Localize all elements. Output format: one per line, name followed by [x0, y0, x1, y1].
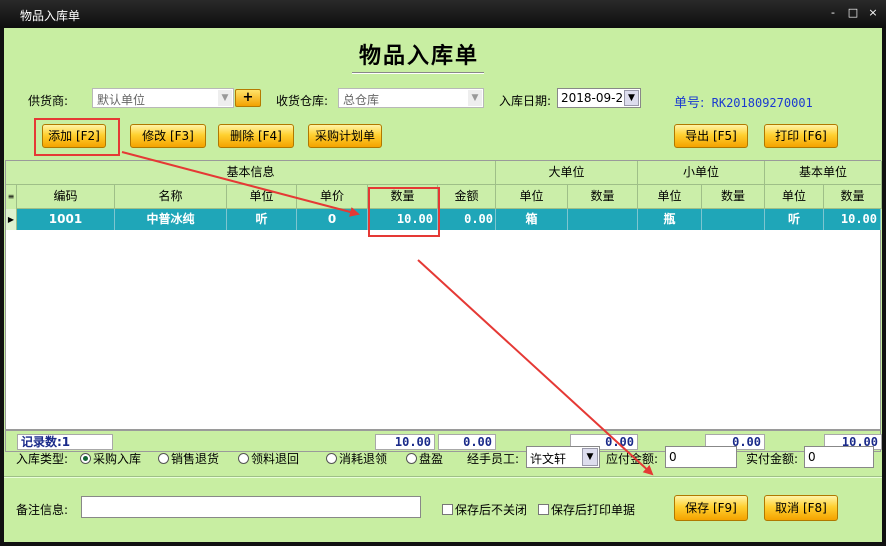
col-big-quantity[interactable]: 数量 [568, 185, 638, 209]
col-name[interactable]: 名称 [115, 185, 227, 209]
edit-button[interactable]: 修改 [F3] [130, 124, 206, 148]
radio-icon[interactable] [158, 453, 169, 464]
print-button[interactable]: 打印 [F6] [764, 124, 838, 148]
warehouse-select[interactable]: 总仓库 ▼ [338, 88, 484, 108]
add-supplier-button[interactable]: + [235, 89, 261, 107]
radio-label: 盘盈 [419, 452, 444, 466]
chevron-down-icon[interactable]: ▼ [218, 90, 232, 106]
items-grid[interactable]: 基本信息 大单位 小单位 基本单位 ≡ 编码 名称 单位 单价 数量 金额 单位… [5, 160, 882, 430]
order-number: 单号: RK201809270001 [674, 92, 813, 111]
supplier-value: 默认单位 [97, 93, 146, 107]
remark-input[interactable] [81, 496, 421, 518]
keep-open-checkbox[interactable]: 保存后不关闭 [442, 501, 527, 518]
cell-code[interactable]: 1001 [17, 209, 115, 230]
window-titlebar: 物品入库单 - □ × [0, 0, 886, 28]
radio-sales-return[interactable]: 销售退货 [158, 450, 219, 467]
col-unit[interactable]: 单位 [227, 185, 297, 209]
checkbox-icon[interactable] [538, 504, 549, 515]
checkbox-label: 保存后不关闭 [455, 503, 528, 517]
divider [4, 476, 882, 478]
grid-footer: 记录数:1 10.00 0.00 0.00 0.00 10.00 [5, 430, 882, 452]
save-button[interactable]: 保存 [F9] [674, 495, 748, 521]
calendar-dropdown-icon[interactable]: ▼ [624, 90, 639, 106]
col-base-unit[interactable]: 单位 [765, 185, 824, 209]
cell-small-quantity[interactable] [702, 209, 765, 230]
cell-name[interactable]: 中普冰纯 [115, 209, 227, 230]
paid-label: 实付金额: [746, 452, 799, 466]
purchase-plan-button[interactable]: 采购计划单 [308, 124, 382, 148]
radio-inventory-gain[interactable]: 盘盈 [406, 450, 443, 467]
radio-label: 领料退回 [251, 452, 300, 466]
paid-input[interactable]: 0 [804, 446, 874, 468]
delete-button[interactable]: 删除 [F4] [218, 124, 294, 148]
type-label: 入库类型: [16, 452, 69, 466]
supplier-label: 供货商: [28, 94, 69, 108]
checkbox-icon[interactable] [442, 504, 453, 515]
row-indicator-icon[interactable]: ▶ [6, 209, 17, 230]
export-button[interactable]: 导出 [F5] [674, 124, 748, 148]
chevron-down-icon[interactable]: ▼ [582, 448, 598, 466]
radio-material-return[interactable]: 领料退回 [238, 450, 299, 467]
highlight-quantity-cell [368, 187, 440, 237]
window-title: 物品入库单 [20, 9, 81, 23]
date-value: 2018-09-27 [561, 91, 631, 105]
group-small-unit: 小单位 [638, 161, 765, 185]
handler-value: 许文轩 [530, 452, 567, 466]
radio-icon[interactable] [326, 453, 337, 464]
date-picker[interactable]: 2018-09-27 ▼ [557, 88, 641, 108]
warehouse-label: 收货仓库: [276, 94, 329, 108]
record-count: 记录数:1 [17, 434, 113, 450]
col-small-quantity[interactable]: 数量 [702, 185, 765, 209]
group-base-unit: 基本单位 [765, 161, 882, 185]
remark-label: 备注信息: [16, 503, 69, 517]
col-base-quantity[interactable]: 数量 [824, 185, 882, 209]
radio-icon[interactable] [238, 453, 249, 464]
warehouse-value: 总仓库 [343, 93, 380, 107]
radio-consume-return[interactable]: 消耗退领 [326, 450, 387, 467]
radio-label: 销售退货 [171, 452, 220, 466]
grid-header-indicator: ≡ [6, 185, 17, 209]
col-small-unit[interactable]: 单位 [638, 185, 702, 209]
cancel-button[interactable]: 取消 [F8] [764, 495, 838, 521]
handler-select[interactable]: 许文轩 ▼ [526, 446, 600, 468]
supplier-select[interactable]: 默认单位 ▼ [92, 88, 234, 108]
radio-label: 采购入库 [93, 452, 142, 466]
maximize-icon[interactable]: □ [846, 6, 860, 20]
cell-big-unit[interactable]: 箱 [496, 209, 568, 230]
handler-label: 经手员工: [467, 452, 520, 466]
order-number-label: 单号: [674, 96, 705, 111]
order-number-value: RK201809270001 [711, 96, 813, 110]
total-quantity: 10.00 [375, 434, 435, 450]
print-after-save-checkbox[interactable]: 保存后打印单据 [538, 501, 635, 518]
payable-label: 应付金额: [606, 452, 659, 466]
checkbox-label: 保存后打印单据 [551, 503, 636, 517]
radio-icon[interactable] [406, 453, 417, 464]
cell-small-unit[interactable]: 瓶 [638, 209, 702, 230]
col-code[interactable]: 编码 [17, 185, 115, 209]
col-amount[interactable]: 金额 [438, 185, 496, 209]
radio-purchase-in[interactable]: 采购入库 [80, 450, 141, 467]
cell-base-unit[interactable]: 听 [765, 209, 824, 230]
total-amount: 0.00 [438, 434, 496, 450]
window-client: 物品入库单 供货商: 默认单位 ▼ + 收货仓库: 总仓库 ▼ 入库日期: 20… [4, 28, 882, 542]
minimize-icon[interactable]: - [826, 6, 840, 20]
cell-unit[interactable]: 听 [227, 209, 297, 230]
group-big-unit: 大单位 [496, 161, 638, 185]
title-underline [352, 72, 484, 74]
col-big-unit[interactable]: 单位 [496, 185, 568, 209]
cell-amount[interactable]: 0.00 [438, 209, 496, 230]
close-icon[interactable]: × [866, 6, 880, 20]
page-title: 物品入库单 [358, 43, 479, 69]
radio-selected-icon[interactable] [80, 453, 91, 464]
date-label: 入库日期: [499, 94, 552, 108]
cell-big-quantity[interactable] [568, 209, 638, 230]
cell-base-quantity[interactable]: 10.00 [824, 209, 881, 230]
col-price[interactable]: 单价 [297, 185, 368, 209]
payable-input[interactable]: 0 [665, 446, 737, 468]
highlight-add-button [34, 118, 120, 156]
group-basic-info: 基本信息 [6, 161, 496, 185]
chevron-down-icon[interactable]: ▼ [468, 90, 482, 106]
cell-price[interactable]: 0 [297, 209, 368, 230]
radio-label: 消耗退领 [339, 452, 388, 466]
